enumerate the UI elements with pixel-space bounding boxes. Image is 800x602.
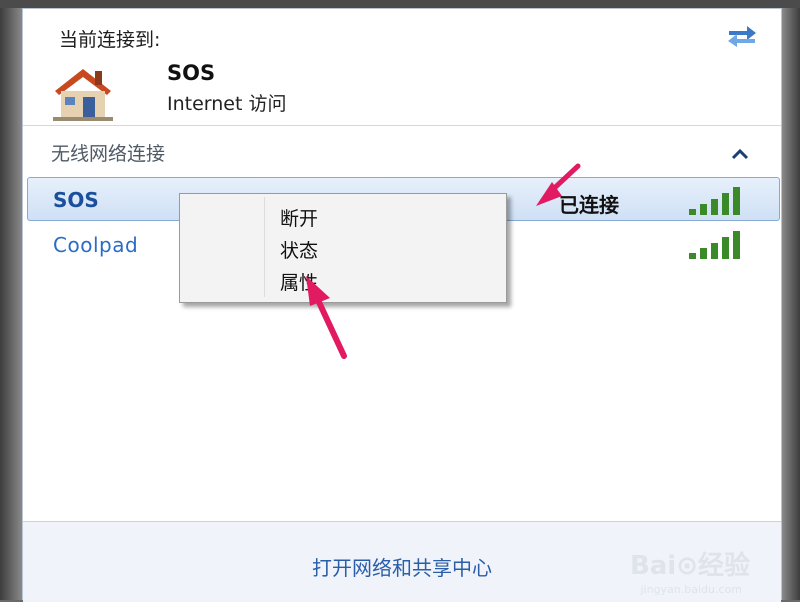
current-network-name: SOS <box>167 61 216 85</box>
window-frame-left <box>0 0 22 600</box>
current-connection-label: 当前连接到: <box>59 29 161 51</box>
menu-item-status[interactable]: 状态 <box>280 236 318 263</box>
signal-strength-icon <box>689 231 740 259</box>
menu-item-disconnect[interactable]: 断开 <box>280 204 318 231</box>
network-status: 已连接 <box>559 193 619 217</box>
refresh-icon[interactable] <box>725 21 759 47</box>
context-menu: 断开 状态 属性 <box>179 193 507 303</box>
network-home-icon <box>53 69 113 121</box>
network-flyout-panel: 当前连接到: SOS Internet 访问 无线网络连接 SOS 已连接 Co… <box>22 8 782 602</box>
menu-item-properties[interactable]: 属性 <box>280 268 318 295</box>
network-name: SOS <box>53 188 99 212</box>
menu-icon-column-divider <box>264 197 265 297</box>
watermark-url: jingyan.baidu.com <box>640 583 742 596</box>
divider <box>23 125 781 126</box>
window-frame-right <box>782 0 800 600</box>
watermark-logo: Bai⊙经验 <box>629 551 750 581</box>
chevron-up-icon[interactable] <box>729 145 751 163</box>
signal-strength-icon <box>689 187 740 215</box>
current-network-access: Internet 访问 <box>167 93 287 115</box>
wireless-section-title: 无线网络连接 <box>51 143 166 165</box>
window-frame-top <box>0 0 800 8</box>
network-name[interactable]: Coolpad <box>53 233 138 257</box>
